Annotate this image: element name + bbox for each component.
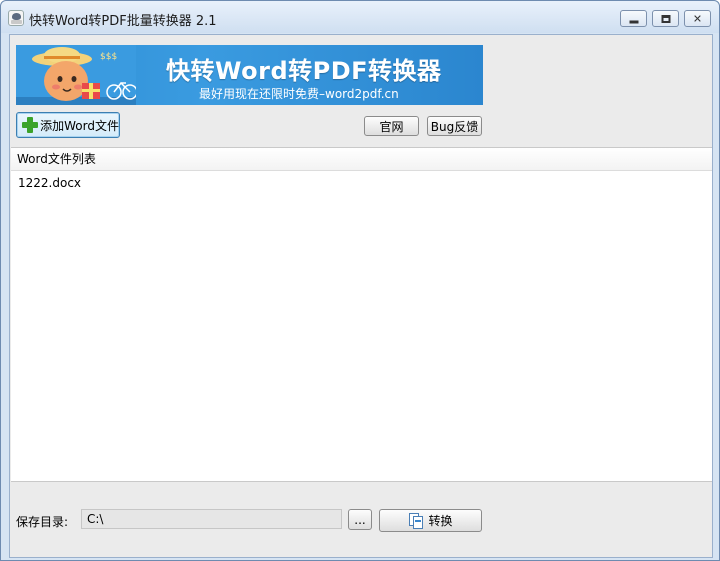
banner-subtitle: 最好用现在还限时免费–word2pdf.cn (199, 87, 399, 101)
website-label: 官网 (379, 119, 404, 134)
maximize-icon (661, 14, 670, 23)
list-header[interactable]: Word文件列表 (11, 148, 712, 171)
mascot-illustration: $$$ (16, 45, 136, 105)
window-title: 快转Word转PDF批量转换器 2.1 (29, 14, 217, 29)
banner-title: 快转Word转PDF转换器 (166, 57, 442, 85)
save-dir-label: 保存目录: (16, 515, 69, 529)
save-dir-field[interactable]: C:\ (81, 509, 342, 529)
close-button[interactable]: ✕ (684, 10, 711, 27)
title-bar[interactable]: 快转Word转PDF批量转换器 2.1 ✕ (1, 1, 719, 33)
browse-button[interactable]: ... (348, 509, 372, 530)
browse-label: ... (354, 512, 366, 527)
maximize-button[interactable] (652, 10, 679, 27)
word-file-list[interactable]: Word文件列表 1222.docx (11, 147, 712, 482)
banner-art-text: $$$ (100, 52, 117, 62)
plus-icon (22, 117, 39, 133)
list-item[interactable]: 1222.docx (18, 174, 81, 192)
add-word-file-button[interactable]: 添加Word文件 (16, 112, 120, 138)
minimize-button[interactable] (620, 10, 647, 27)
convert-label: 转换 (428, 514, 453, 528)
client-area: $$$ 快转Word转PDF转换器 最好用现在还限时免费–word2pdf.cn… (9, 34, 713, 558)
convert-icon (408, 512, 424, 529)
convert-button[interactable]: 转换 (379, 509, 482, 532)
app-window: 快转Word转PDF批量转换器 2.1 ✕ $$$ 快转Word转PDF转换器 … (0, 0, 720, 561)
app-icon (8, 10, 24, 26)
promo-banner[interactable]: $$$ 快转Word转PDF转换器 最好用现在还限时免费–word2pdf.cn (16, 45, 483, 105)
add-word-file-label: 添加Word文件 (40, 118, 119, 133)
website-button[interactable]: 官网 (364, 116, 419, 136)
minimize-icon (629, 20, 638, 23)
bug-report-button[interactable]: Bug反馈 (427, 116, 482, 136)
close-icon: ✕ (692, 12, 703, 25)
bug-report-label: Bug反馈 (430, 119, 479, 134)
